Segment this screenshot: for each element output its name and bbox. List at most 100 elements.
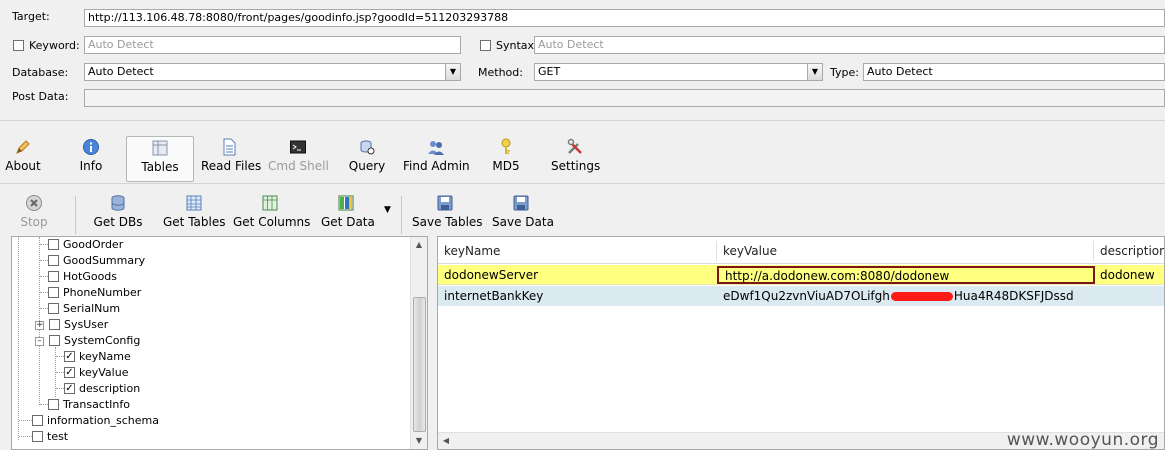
column-header-description[interactable]: description (1094, 237, 1164, 264)
query-button[interactable]: Query (347, 138, 387, 182)
keyword-input[interactable]: Auto Detect (84, 36, 461, 54)
scrollbar-thumb[interactable] (413, 297, 426, 432)
tree-node-label: description (79, 382, 141, 395)
tree-node-table[interactable]: GoodSummary (40, 253, 145, 269)
get-data-button[interactable]: Get Data (321, 194, 375, 238)
collapse-icon[interactable]: – (35, 337, 44, 346)
type-select[interactable]: Auto Detect (863, 63, 1165, 81)
method-select[interactable]: GET ▼ (534, 63, 823, 81)
tree-node-table[interactable]: GoodOrder (40, 237, 123, 253)
get-columns-button[interactable]: Get Columns (233, 194, 310, 238)
tree-checkbox[interactable] (48, 302, 59, 314)
save-tables-button[interactable]: Save Tables (412, 194, 483, 238)
tree-checkbox[interactable] (48, 270, 59, 282)
tree-checkbox-checked[interactable]: ✓ (64, 350, 75, 362)
tree-node-table[interactable]: SerialNum (40, 301, 120, 317)
tree-node-label: GoodOrder (63, 238, 124, 251)
tree-checkbox[interactable] (32, 430, 43, 442)
database-tree[interactable]: GoodOrder GoodSummary HotGoods PhoneNumb… (11, 236, 428, 450)
syntax-label: Syntax: (496, 39, 538, 52)
chevron-left-icon[interactable]: ◀ (438, 433, 454, 449)
database-select-value: Auto Detect (88, 65, 154, 78)
save-data-button[interactable]: Save Data (492, 194, 554, 238)
tree-checkbox[interactable] (49, 318, 60, 330)
grid-cell[interactable]: dodonew (1094, 265, 1164, 285)
save-data-label: Save Data (492, 215, 554, 229)
grid-cell[interactable]: internetBankKey (438, 286, 716, 306)
tree-node-label: keyValue (79, 366, 129, 379)
query-icon (360, 140, 375, 155)
info-button[interactable]: Info (72, 138, 110, 182)
table-row[interactable]: dodonewServer http://a.dodonew.com:8080/… (438, 265, 1164, 285)
chevron-down-icon[interactable]: ▼ (445, 64, 460, 80)
tree-node-database[interactable]: test (19, 429, 68, 445)
column-header-keyname[interactable]: keyName (438, 237, 716, 264)
read-files-label: Read Files (201, 159, 262, 173)
tree-checkbox[interactable] (49, 334, 60, 346)
target-label: Target: (12, 10, 50, 23)
save-icon (513, 195, 529, 211)
grid-cell[interactable]: eDwf1Qu2zvnViuAD7OLifgh Hua4R48DKSFJDssd (717, 286, 1094, 306)
target-input[interactable]: http://113.106.48.78:8080/front/pages/go… (84, 9, 1165, 27)
tools-icon (567, 138, 582, 154)
keyword-checkbox[interactable] (13, 40, 24, 51)
tree-node-label: PhoneNumber (63, 286, 142, 299)
tree-node-database[interactable]: information_schema (19, 413, 159, 429)
divider (401, 196, 402, 234)
get-tables-button[interactable]: Get Tables (163, 194, 225, 238)
tables-label: Tables (141, 160, 179, 174)
chevron-down-icon[interactable]: ▼ (411, 433, 427, 449)
tree-checkbox[interactable] (48, 238, 59, 250)
tree-node-table[interactable]: TransactInfo (40, 397, 130, 413)
find-admin-label: Find Admin (403, 159, 470, 173)
grid-cell-selected[interactable]: http://a.dodonew.com:8080/dodonew (717, 266, 1095, 284)
about-button[interactable]: About (4, 138, 42, 182)
tree-node-table[interactable]: SystemConfig (49, 333, 140, 349)
tree-checkbox[interactable] (48, 398, 59, 410)
database-select[interactable]: Auto Detect ▼ (84, 63, 461, 81)
table-row[interactable]: internetBankKey eDwf1Qu2zvnViuAD7OLifgh H… (438, 286, 1164, 306)
data-grid[interactable]: keyName keyValue description dodonewServ… (437, 236, 1165, 450)
keyword-label: Keyword: (29, 39, 80, 52)
tree-checkbox-checked[interactable]: ✓ (64, 366, 75, 378)
read-files-button[interactable]: Read Files (201, 138, 262, 182)
stop-button[interactable]: Stop (14, 194, 54, 238)
tree-node-table[interactable]: PhoneNumber (40, 285, 141, 301)
tree-node-column[interactable]: ✓ description (56, 381, 140, 397)
tree-node-table[interactable]: HotGoods (40, 269, 117, 285)
method-select-value: GET (538, 65, 561, 78)
postdata-input[interactable] (84, 89, 1165, 107)
tree-checkbox[interactable] (48, 254, 59, 266)
grid-cell[interactable]: dodonewServer (438, 265, 716, 285)
chevron-up-icon[interactable]: ▲ (411, 237, 427, 253)
syntax-input[interactable]: Auto Detect (534, 36, 1165, 54)
tree-node-table[interactable]: SysUser (49, 317, 108, 333)
settings-button[interactable]: Settings (551, 138, 601, 182)
tree-node-label: SysUser (64, 318, 109, 331)
tree-node-label: information_schema (47, 414, 159, 427)
find-admin-button[interactable]: Find Admin (403, 138, 470, 182)
column-header-keyvalue[interactable]: keyValue (717, 237, 1093, 264)
get-dbs-button[interactable]: Get DBs (92, 194, 144, 238)
tree-node-column[interactable]: ✓ keyValue (56, 365, 128, 381)
tree-checkbox[interactable] (48, 286, 59, 298)
database-icon (111, 195, 125, 211)
md5-button[interactable]: MD5 (488, 138, 524, 182)
settings-label: Settings (551, 159, 601, 173)
query-label: Query (348, 159, 386, 173)
get-data-label: Get Data (321, 215, 375, 229)
get-tables-label: Get Tables (163, 215, 226, 229)
cmd-shell-button[interactable]: Cmd Shell (268, 138, 329, 182)
terminal-icon (290, 140, 306, 154)
redaction-mark (890, 292, 953, 301)
chevron-down-icon[interactable]: ▼ (807, 64, 822, 80)
syntax-checkbox[interactable] (480, 40, 491, 51)
tables-button[interactable]: Tables (126, 136, 194, 182)
chevron-down-icon[interactable]: ▼ (384, 205, 391, 215)
tree-scrollbar[interactable]: ▲ ▼ (410, 237, 427, 449)
tree-node-column[interactable]: ✓ keyName (56, 349, 131, 365)
tree-checkbox-checked[interactable]: ✓ (64, 382, 75, 394)
tree-checkbox[interactable] (32, 414, 43, 426)
expand-icon[interactable]: + (35, 321, 44, 330)
tree-node-label: test (47, 430, 69, 443)
